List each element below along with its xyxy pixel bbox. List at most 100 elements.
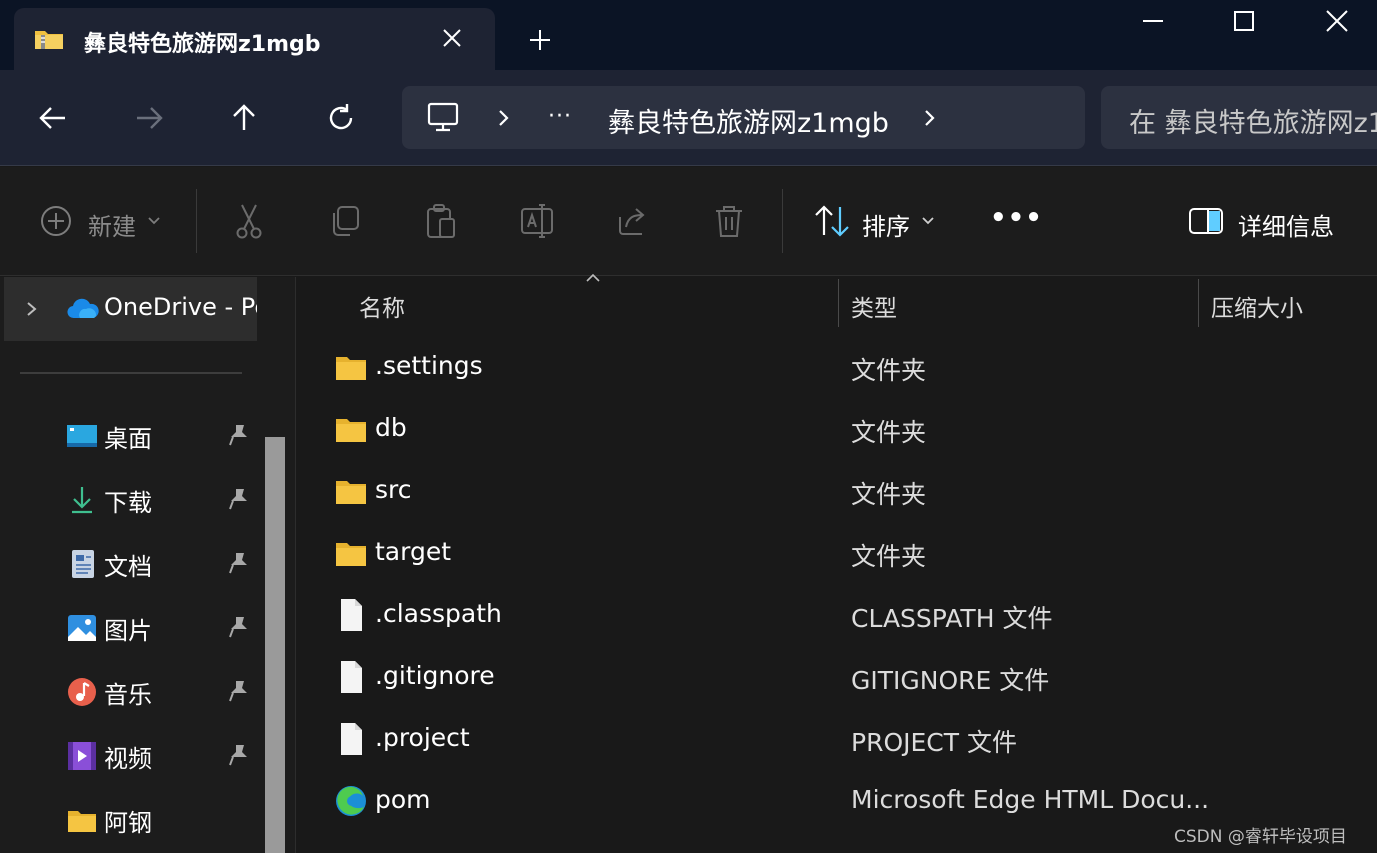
sidebar-item-label: 桌面 — [104, 425, 152, 453]
details-pane-icon[interactable] — [1188, 203, 1224, 239]
edge-icon — [336, 786, 366, 816]
pin-icon[interactable] — [228, 487, 250, 511]
file-row-classpath[interactable]: .classpath CLASSPATH 文件 — [297, 585, 1377, 647]
folder-icon — [336, 481, 366, 504]
share-icon[interactable] — [616, 203, 650, 239]
onedrive-cloud-icon — [67, 298, 99, 319]
sidebar-item-agang[interactable]: 阿钢 — [0, 791, 260, 851]
computer-icon — [427, 102, 459, 132]
sort-icon[interactable] — [812, 203, 852, 239]
column-divider[interactable] — [1198, 279, 1199, 327]
window-tab[interactable]: 彝良特色旅游网z1mgb — [14, 8, 495, 72]
sidebar-item-pictures[interactable]: 图片 — [0, 599, 260, 659]
rename-icon[interactable] — [520, 203, 554, 239]
sort-button[interactable]: 排序 — [862, 207, 910, 242]
file-row-db[interactable]: db 文件夹 — [297, 399, 1377, 461]
file-icon — [341, 661, 362, 693]
minimize-icon[interactable] — [1131, 6, 1175, 36]
download-icon — [72, 487, 92, 514]
paste-icon[interactable] — [424, 203, 458, 239]
more-options-button[interactable]: ••• — [990, 203, 1043, 233]
file-row-project[interactable]: .project PROJECT 文件 — [297, 709, 1377, 771]
search-input[interactable]: 在 彝良特色旅游网z1mgb 中搜索 — [1129, 101, 1377, 140]
column-divider[interactable] — [838, 279, 839, 327]
up-arrow-icon[interactable] — [226, 100, 262, 136]
file-name: src — [375, 475, 412, 504]
cut-icon[interactable] — [232, 203, 266, 239]
sidebar-item-downloads[interactable]: 下载 — [0, 471, 260, 531]
sidebar-item-desktop[interactable]: 桌面 — [0, 407, 260, 467]
sidebar-item-label: 下载 — [104, 489, 152, 517]
file-name: pom — [375, 785, 431, 814]
file-name: .classpath — [375, 599, 502, 628]
folder-icon — [68, 811, 96, 832]
file-type: GITIGNORE 文件 — [851, 666, 1050, 695]
file-row-settings[interactable]: .settings 文件夹 — [297, 337, 1377, 399]
navigation-pane: OneDrive - Personal 桌面 下载 文档 — [0, 277, 296, 853]
breadcrumb-current-folder[interactable]: 彝良特色旅游网z1mgb — [608, 101, 889, 140]
pin-icon[interactable] — [228, 615, 250, 639]
pin-icon[interactable] — [228, 743, 250, 767]
chevron-down-icon[interactable] — [146, 213, 162, 229]
tab-title: 彝良特色旅游网z1mgb — [84, 32, 321, 57]
close-window-icon[interactable] — [1315, 6, 1359, 36]
forward-arrow-icon[interactable] — [131, 100, 167, 136]
pin-icon[interactable] — [228, 423, 250, 447]
file-icon — [341, 723, 362, 755]
search-box[interactable]: 在 彝良特色旅游网z1mgb 中搜索 — [1101, 86, 1377, 149]
delete-icon[interactable] — [712, 203, 746, 239]
folder-icon — [336, 357, 366, 380]
file-name: .project — [375, 723, 470, 752]
new-plus-circle-icon[interactable] — [38, 203, 74, 239]
music-icon — [68, 678, 96, 706]
file-list: 名称 类型 压缩大小 .settings 文件夹 db 文件夹 src 文件夹 … — [297, 273, 1377, 853]
file-type: Microsoft Edge HTML Docu... — [851, 785, 1210, 814]
file-type: 文件夹 — [851, 480, 927, 509]
sidebar-scrollbar[interactable] — [265, 437, 285, 853]
details-button[interactable]: 详细信息 — [1238, 207, 1334, 242]
maximize-icon[interactable] — [1222, 6, 1266, 36]
file-type: 文件夹 — [851, 542, 927, 571]
file-name: .gitignore — [375, 661, 495, 690]
file-row-gitignore[interactable]: .gitignore GITIGNORE 文件 — [297, 647, 1377, 709]
copy-icon[interactable] — [328, 203, 362, 239]
file-icon — [341, 599, 362, 631]
sidebar-item-documents[interactable]: 文档 — [0, 535, 260, 595]
close-tab-icon[interactable] — [440, 26, 464, 50]
file-row-src[interactable]: src 文件夹 — [297, 461, 1377, 523]
document-icon — [72, 550, 94, 578]
file-type: PROJECT 文件 — [851, 728, 1017, 757]
pin-icon[interactable] — [228, 551, 250, 575]
chevron-right-icon[interactable] — [24, 297, 40, 321]
toolbar-divider — [782, 189, 783, 253]
zip-folder-icon — [35, 31, 63, 49]
sidebar-item-label: 图片 — [104, 617, 152, 645]
chevron-right-icon[interactable] — [920, 106, 940, 130]
address-bar[interactable]: ··· 彝良特色旅游网z1mgb — [402, 86, 1085, 149]
folder-icon — [336, 543, 366, 566]
sidebar-item-music[interactable]: 音乐 — [0, 663, 260, 723]
video-icon — [68, 742, 96, 770]
pin-icon[interactable] — [228, 679, 250, 703]
toolbar-divider — [196, 189, 197, 253]
new-button[interactable]: 新建 — [88, 207, 136, 242]
sidebar-item-label: OneDrive - Personal — [104, 293, 257, 321]
file-row-target[interactable]: target 文件夹 — [297, 523, 1377, 585]
file-type: 文件夹 — [851, 356, 927, 385]
back-arrow-icon[interactable] — [35, 100, 71, 136]
chevron-down-icon[interactable] — [920, 213, 936, 229]
sidebar-item-label: 阿钢 — [104, 809, 152, 837]
new-tab-icon[interactable] — [526, 26, 554, 54]
sidebar-item-label: 视频 — [104, 745, 152, 773]
sidebar-item-videos[interactable]: 视频 — [0, 727, 260, 787]
breadcrumb-overflow[interactable]: ··· — [548, 104, 572, 129]
sidebar-item-onedrive[interactable]: OneDrive - Personal — [4, 277, 257, 341]
title-bar: 彝良特色旅游网z1mgb — [0, 0, 1377, 72]
file-type: 文件夹 — [851, 418, 927, 447]
refresh-icon[interactable] — [323, 100, 359, 136]
folder-icon — [336, 419, 366, 442]
navigation-bar: ··· 彝良特色旅游网z1mgb 在 彝良特色旅游网z1mgb 中搜索 — [0, 70, 1377, 166]
file-name: db — [375, 413, 407, 442]
chevron-right-icon[interactable] — [494, 106, 514, 130]
pictures-icon — [68, 615, 96, 641]
